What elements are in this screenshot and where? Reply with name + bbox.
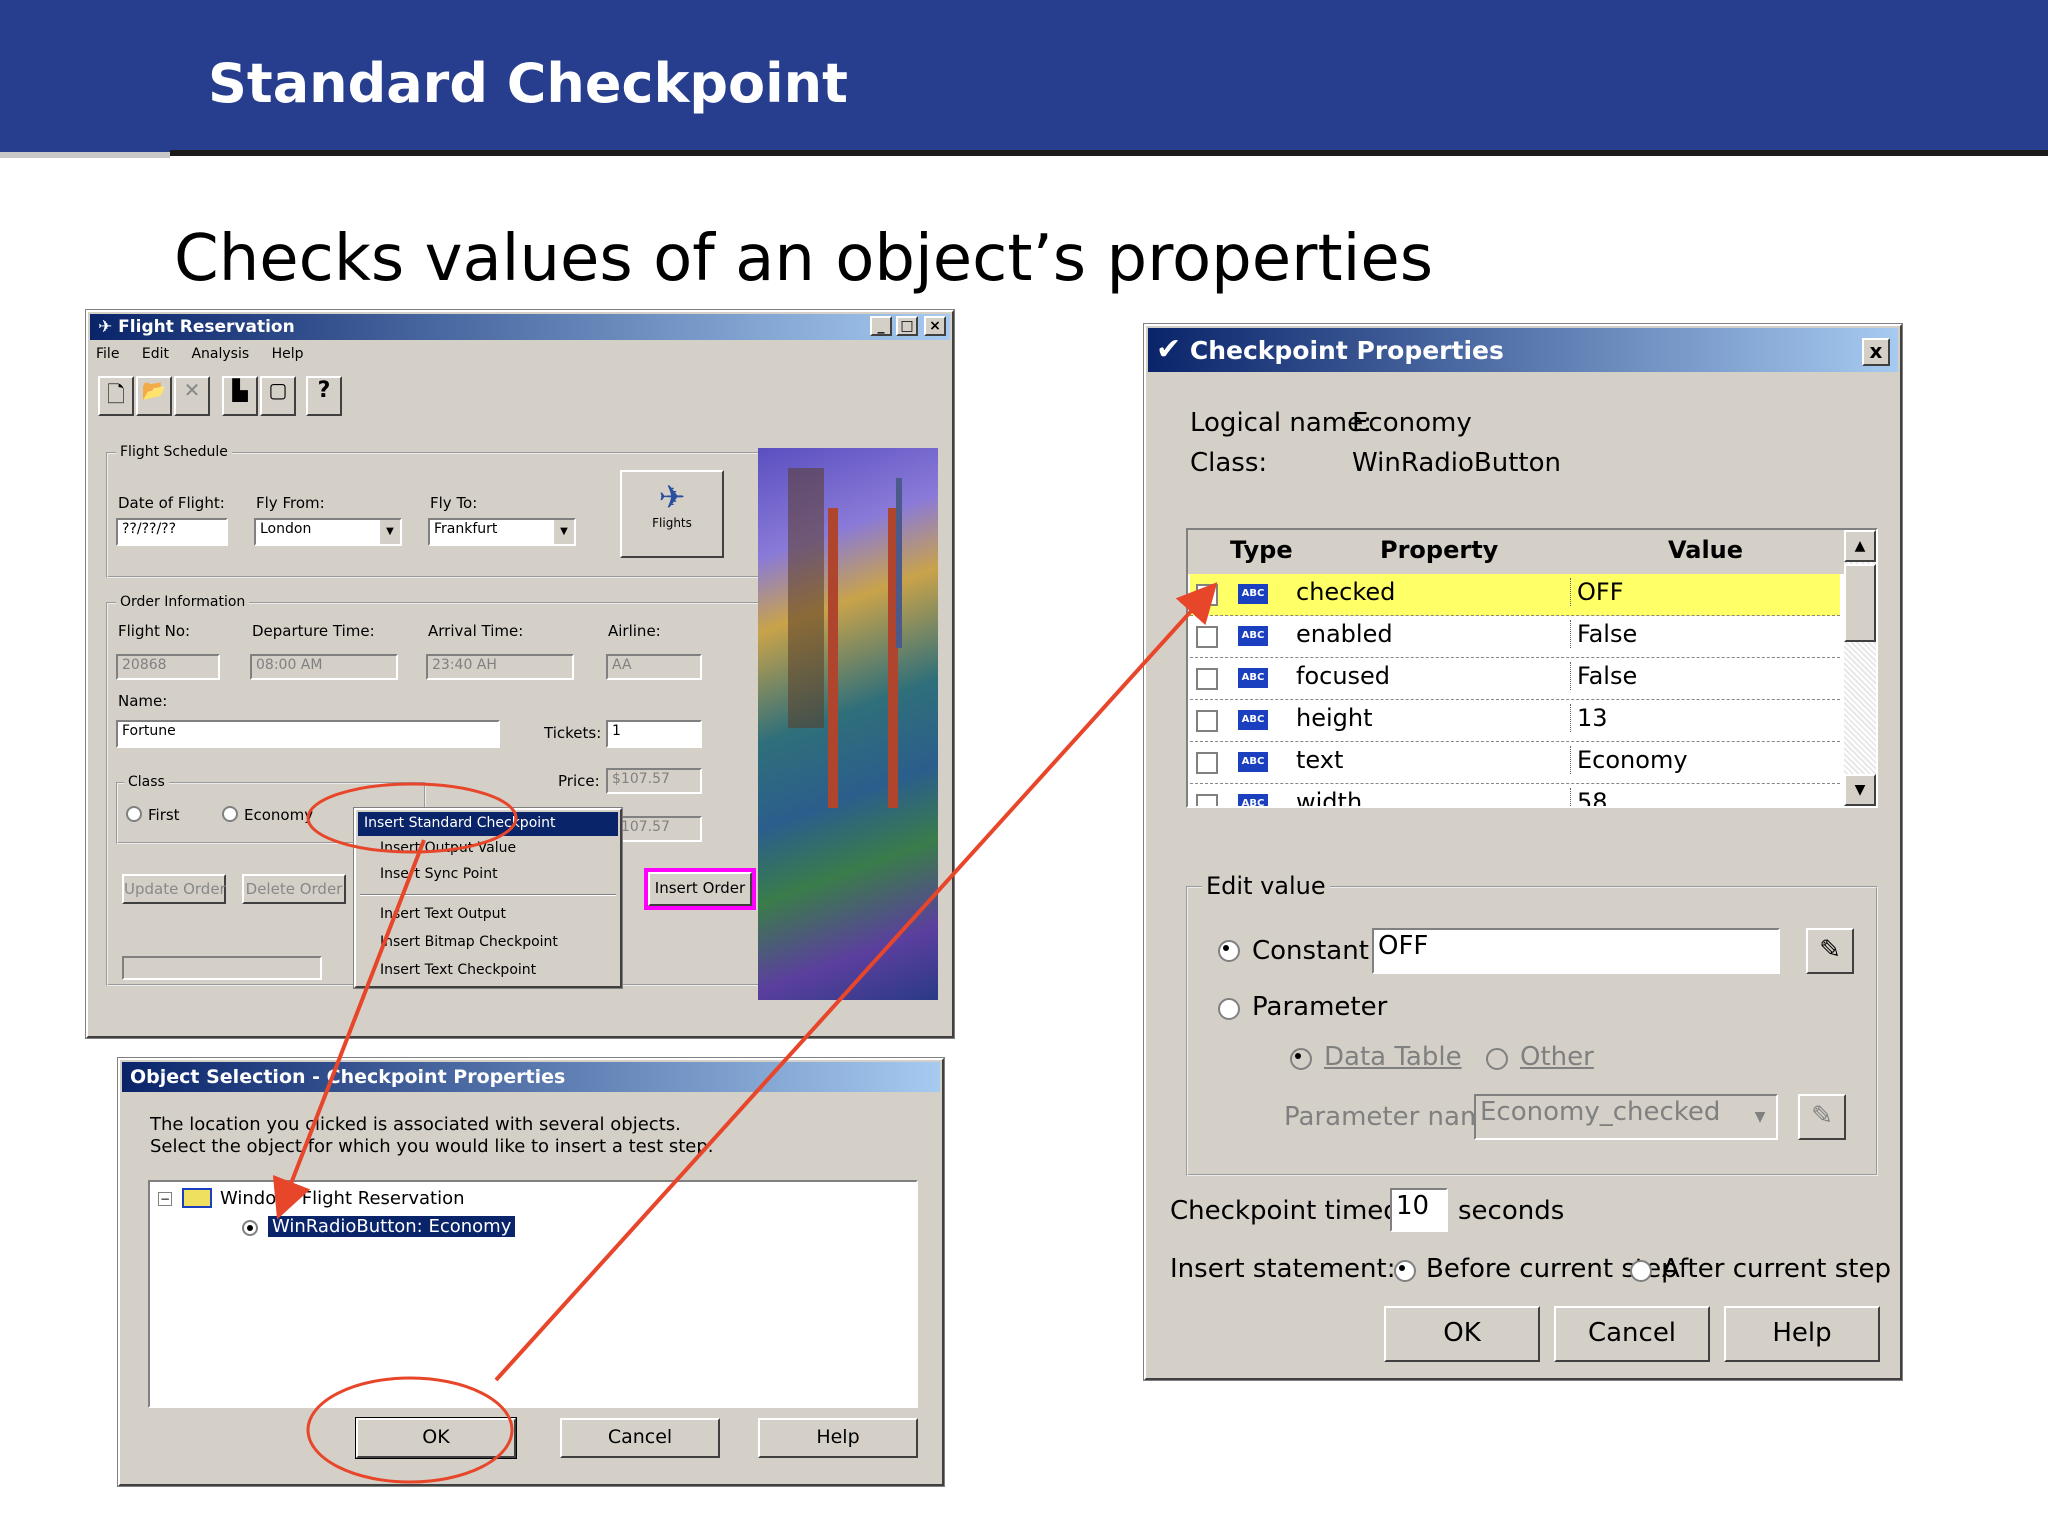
annotation-overlay [272,582,1218,1484]
arrow-menu-to-dialog [272,839,426,1220]
highlight-ellipse-ok [306,1376,514,1484]
arrow-ok-to-properties [494,582,1218,1382]
highlight-ellipse-menu [306,782,518,854]
